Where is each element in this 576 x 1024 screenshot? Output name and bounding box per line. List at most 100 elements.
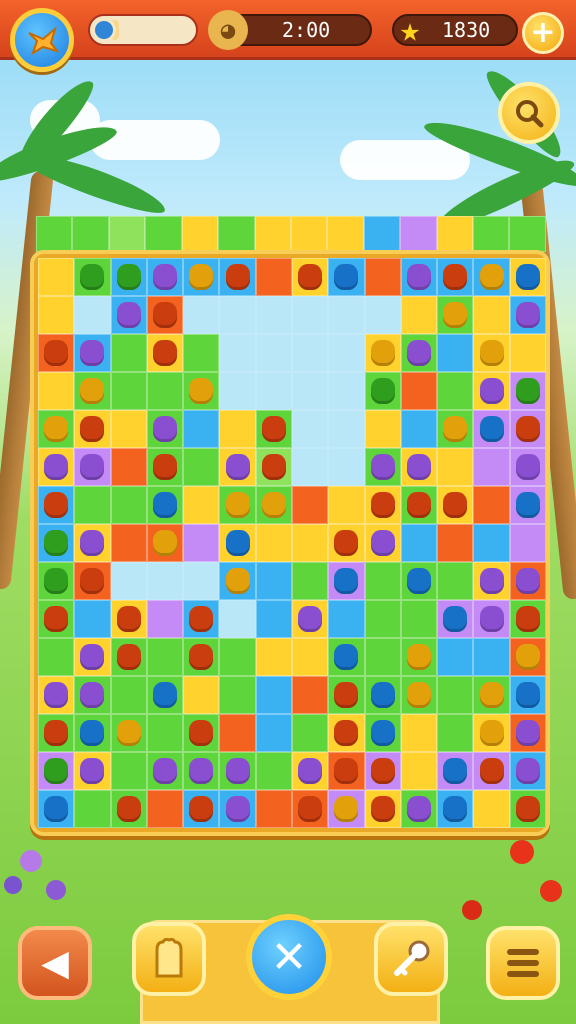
board-tile[interactable] [473, 790, 510, 828]
empty-tile[interactable] [183, 296, 220, 334]
board-tile[interactable] [291, 752, 329, 790]
board-tile[interactable] [219, 676, 256, 714]
game-piece[interactable] [116, 264, 141, 290]
board-tile[interactable] [146, 638, 184, 676]
board-tile[interactable] [473, 372, 510, 410]
game-piece[interactable] [152, 682, 177, 708]
board-tile[interactable] [437, 486, 474, 524]
game-piece[interactable] [334, 720, 359, 746]
board-tile[interactable] [219, 410, 256, 448]
game-piece[interactable] [370, 492, 395, 518]
board-tile[interactable] [437, 410, 474, 448]
game-piece[interactable] [225, 492, 250, 518]
key-button[interactable] [374, 922, 448, 996]
empty-tile[interactable] [291, 296, 329, 334]
board-tile[interactable] [38, 448, 75, 486]
board-tile[interactable] [437, 752, 474, 790]
hint-button[interactable] [498, 82, 560, 144]
empty-tile[interactable] [74, 296, 111, 334]
top-row-tile[interactable] [363, 216, 401, 252]
board-tile[interactable] [364, 486, 401, 524]
game-piece[interactable] [80, 720, 105, 746]
game-piece[interactable] [44, 758, 69, 784]
game-piece[interactable] [479, 720, 504, 746]
board-tile[interactable] [38, 334, 75, 372]
board-tile[interactable] [219, 258, 256, 296]
board-tile[interactable] [74, 714, 111, 752]
board-tile[interactable] [509, 486, 546, 524]
board-tile[interactable] [437, 296, 474, 334]
board-tile[interactable] [183, 524, 220, 562]
game-piece[interactable] [189, 264, 214, 290]
game-piece[interactable] [189, 644, 214, 670]
board-tile[interactable] [74, 600, 111, 638]
game-piece[interactable] [515, 720, 540, 746]
game-piece[interactable] [44, 530, 69, 556]
board-tile[interactable] [400, 486, 438, 524]
board-tile[interactable] [328, 714, 365, 752]
board-tile[interactable] [400, 600, 438, 638]
board-tile[interactable] [183, 448, 220, 486]
game-piece[interactable] [406, 644, 431, 670]
board-tile[interactable] [509, 600, 546, 638]
game-piece[interactable] [116, 644, 141, 670]
board-tile[interactable] [38, 790, 75, 828]
board-tile[interactable] [183, 676, 220, 714]
empty-tile[interactable] [291, 334, 329, 372]
board-tile[interactable] [255, 790, 292, 828]
game-piece[interactable] [225, 568, 250, 594]
board-tile[interactable] [38, 638, 75, 676]
game-piece[interactable] [443, 264, 468, 290]
game-piece[interactable] [515, 682, 540, 708]
game-piece[interactable] [116, 720, 141, 746]
empty-tile[interactable] [183, 562, 220, 600]
board-tile[interactable] [437, 562, 474, 600]
board-tile[interactable] [400, 752, 438, 790]
game-piece[interactable] [406, 568, 431, 594]
board-tile[interactable] [183, 486, 220, 524]
board-tile[interactable] [74, 334, 111, 372]
board-tile[interactable] [291, 600, 329, 638]
empty-tile[interactable] [219, 372, 256, 410]
top-row-tile[interactable] [254, 216, 291, 252]
game-piece[interactable] [298, 758, 323, 784]
board-tile[interactable] [74, 562, 111, 600]
empty-tile[interactable] [219, 600, 256, 638]
board-tile[interactable] [291, 638, 329, 676]
main-menu-button[interactable] [486, 926, 560, 1000]
board-tile[interactable] [38, 258, 75, 296]
board-tile[interactable] [400, 562, 438, 600]
board-tile[interactable] [328, 752, 365, 790]
game-piece[interactable] [261, 416, 286, 442]
board-tile[interactable] [509, 410, 546, 448]
game-piece[interactable] [44, 340, 69, 366]
board-tile[interactable] [110, 448, 147, 486]
board-tile[interactable] [509, 790, 546, 828]
board-tile[interactable] [437, 600, 474, 638]
game-piece[interactable] [80, 530, 105, 556]
board-tile[interactable] [364, 448, 401, 486]
game-piece[interactable] [334, 264, 359, 290]
board-tile[interactable] [255, 258, 292, 296]
game-piece[interactable] [334, 796, 359, 822]
board-tile[interactable] [437, 448, 474, 486]
game-piece[interactable] [370, 682, 395, 708]
game-piece[interactable] [515, 568, 540, 594]
empty-tile[interactable] [364, 296, 401, 334]
board-tile[interactable] [509, 714, 546, 752]
board-tile[interactable] [255, 486, 292, 524]
board-tile[interactable] [400, 334, 438, 372]
game-piece[interactable] [515, 264, 540, 290]
board-tile[interactable] [509, 638, 546, 676]
game-piece[interactable] [334, 644, 359, 670]
game-piece[interactable] [225, 264, 250, 290]
board-tile[interactable] [110, 790, 147, 828]
empty-tile[interactable] [291, 372, 329, 410]
board-tile[interactable] [364, 638, 401, 676]
board-tile[interactable] [473, 296, 510, 334]
game-piece[interactable] [152, 340, 177, 366]
close-button[interactable]: ✕ [246, 914, 332, 1000]
board-tile[interactable] [291, 258, 329, 296]
board-tile[interactable] [74, 258, 111, 296]
board-tile[interactable] [364, 714, 401, 752]
